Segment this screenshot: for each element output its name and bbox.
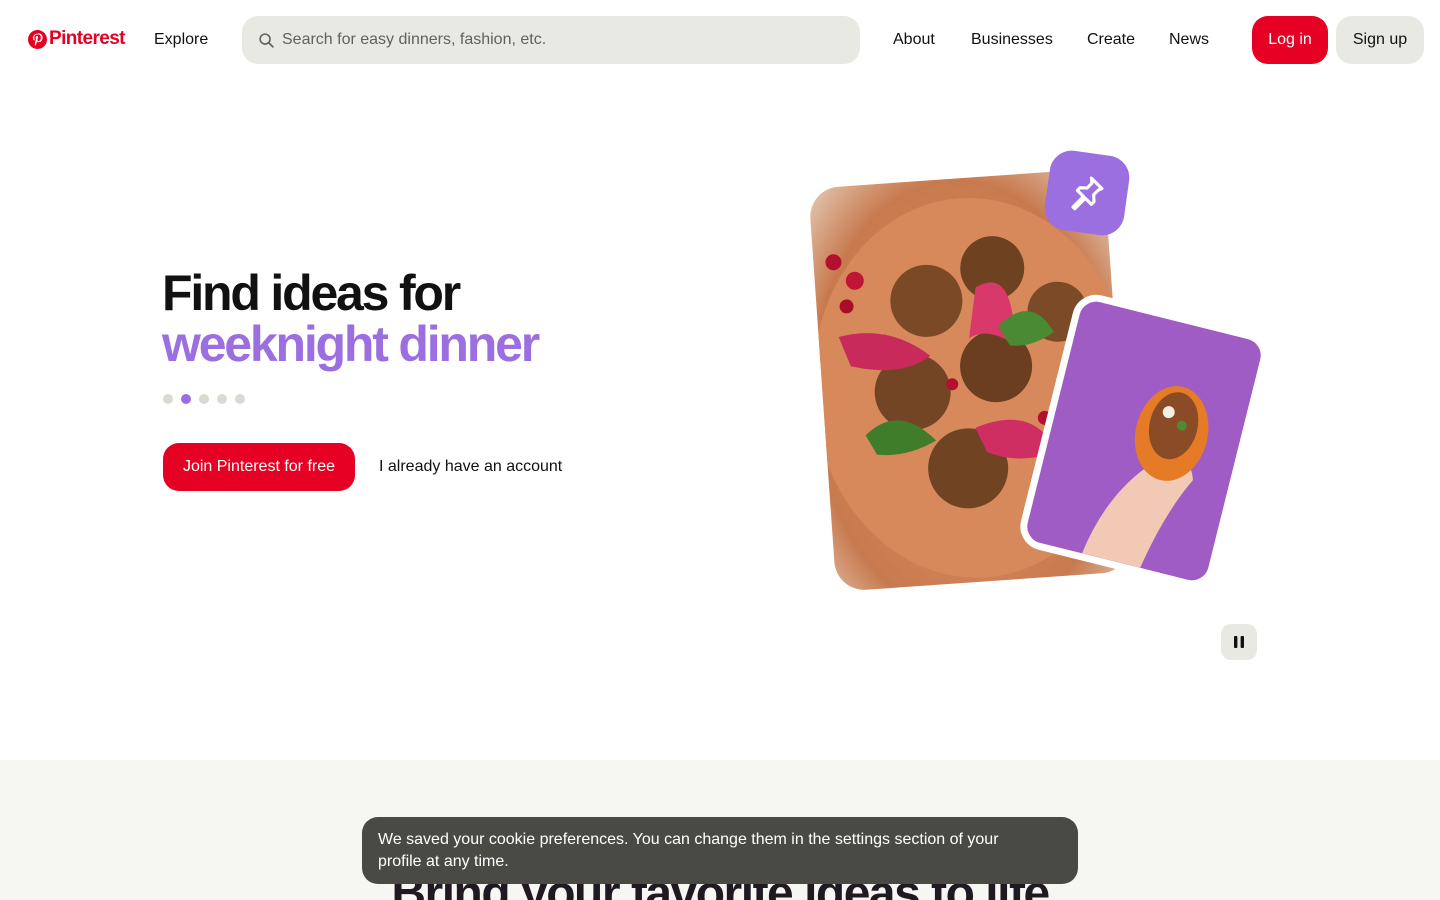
pause-carousel-button[interactable] — [1221, 624, 1257, 660]
nav-businesses[interactable]: Businesses — [971, 29, 1053, 51]
hero-title: Find ideas for weeknight dinner — [162, 265, 540, 372]
carousel-dot[interactable] — [217, 394, 227, 404]
nav-explore[interactable]: Explore — [154, 29, 208, 51]
pinterest-logo-icon — [28, 29, 47, 49]
hero-title-line-2: weeknight dinner — [162, 316, 540, 372]
carousel-indicators — [163, 394, 245, 404]
top-navigation: Pinterest Explore About Businesses Creat… — [0, 0, 1440, 80]
existing-account-link[interactable]: I already have an account — [379, 456, 562, 478]
signup-button[interactable]: Sign up — [1336, 16, 1424, 64]
search-bar[interactable] — [242, 16, 860, 64]
hero-title-line-1: Find ideas for — [162, 265, 461, 321]
carousel-dot[interactable] — [199, 394, 209, 404]
nav-create[interactable]: Create — [1087, 29, 1135, 51]
cookie-toast: We saved your cookie preferences. You ca… — [362, 817, 1078, 884]
carousel-dot[interactable] — [163, 394, 173, 404]
login-button[interactable]: Log in — [1252, 16, 1328, 64]
carousel-dot-active[interactable] — [181, 394, 191, 404]
pushpin-icon — [1071, 176, 1104, 211]
join-button[interactable]: Join Pinterest for free — [163, 443, 355, 491]
logo-wordmark: Pinterest — [49, 28, 126, 49]
carousel-dot[interactable] — [235, 394, 245, 404]
nav-news[interactable]: News — [1169, 29, 1209, 51]
nav-about[interactable]: About — [893, 29, 935, 51]
cookie-toast-message: We saved your cookie preferences. You ca… — [378, 831, 999, 870]
pinterest-logo[interactable]: Pinterest — [28, 28, 126, 50]
pin-badge — [1041, 147, 1133, 239]
pause-icon — [1234, 636, 1244, 648]
search-icon — [259, 32, 274, 48]
search-input[interactable] — [282, 31, 822, 49]
